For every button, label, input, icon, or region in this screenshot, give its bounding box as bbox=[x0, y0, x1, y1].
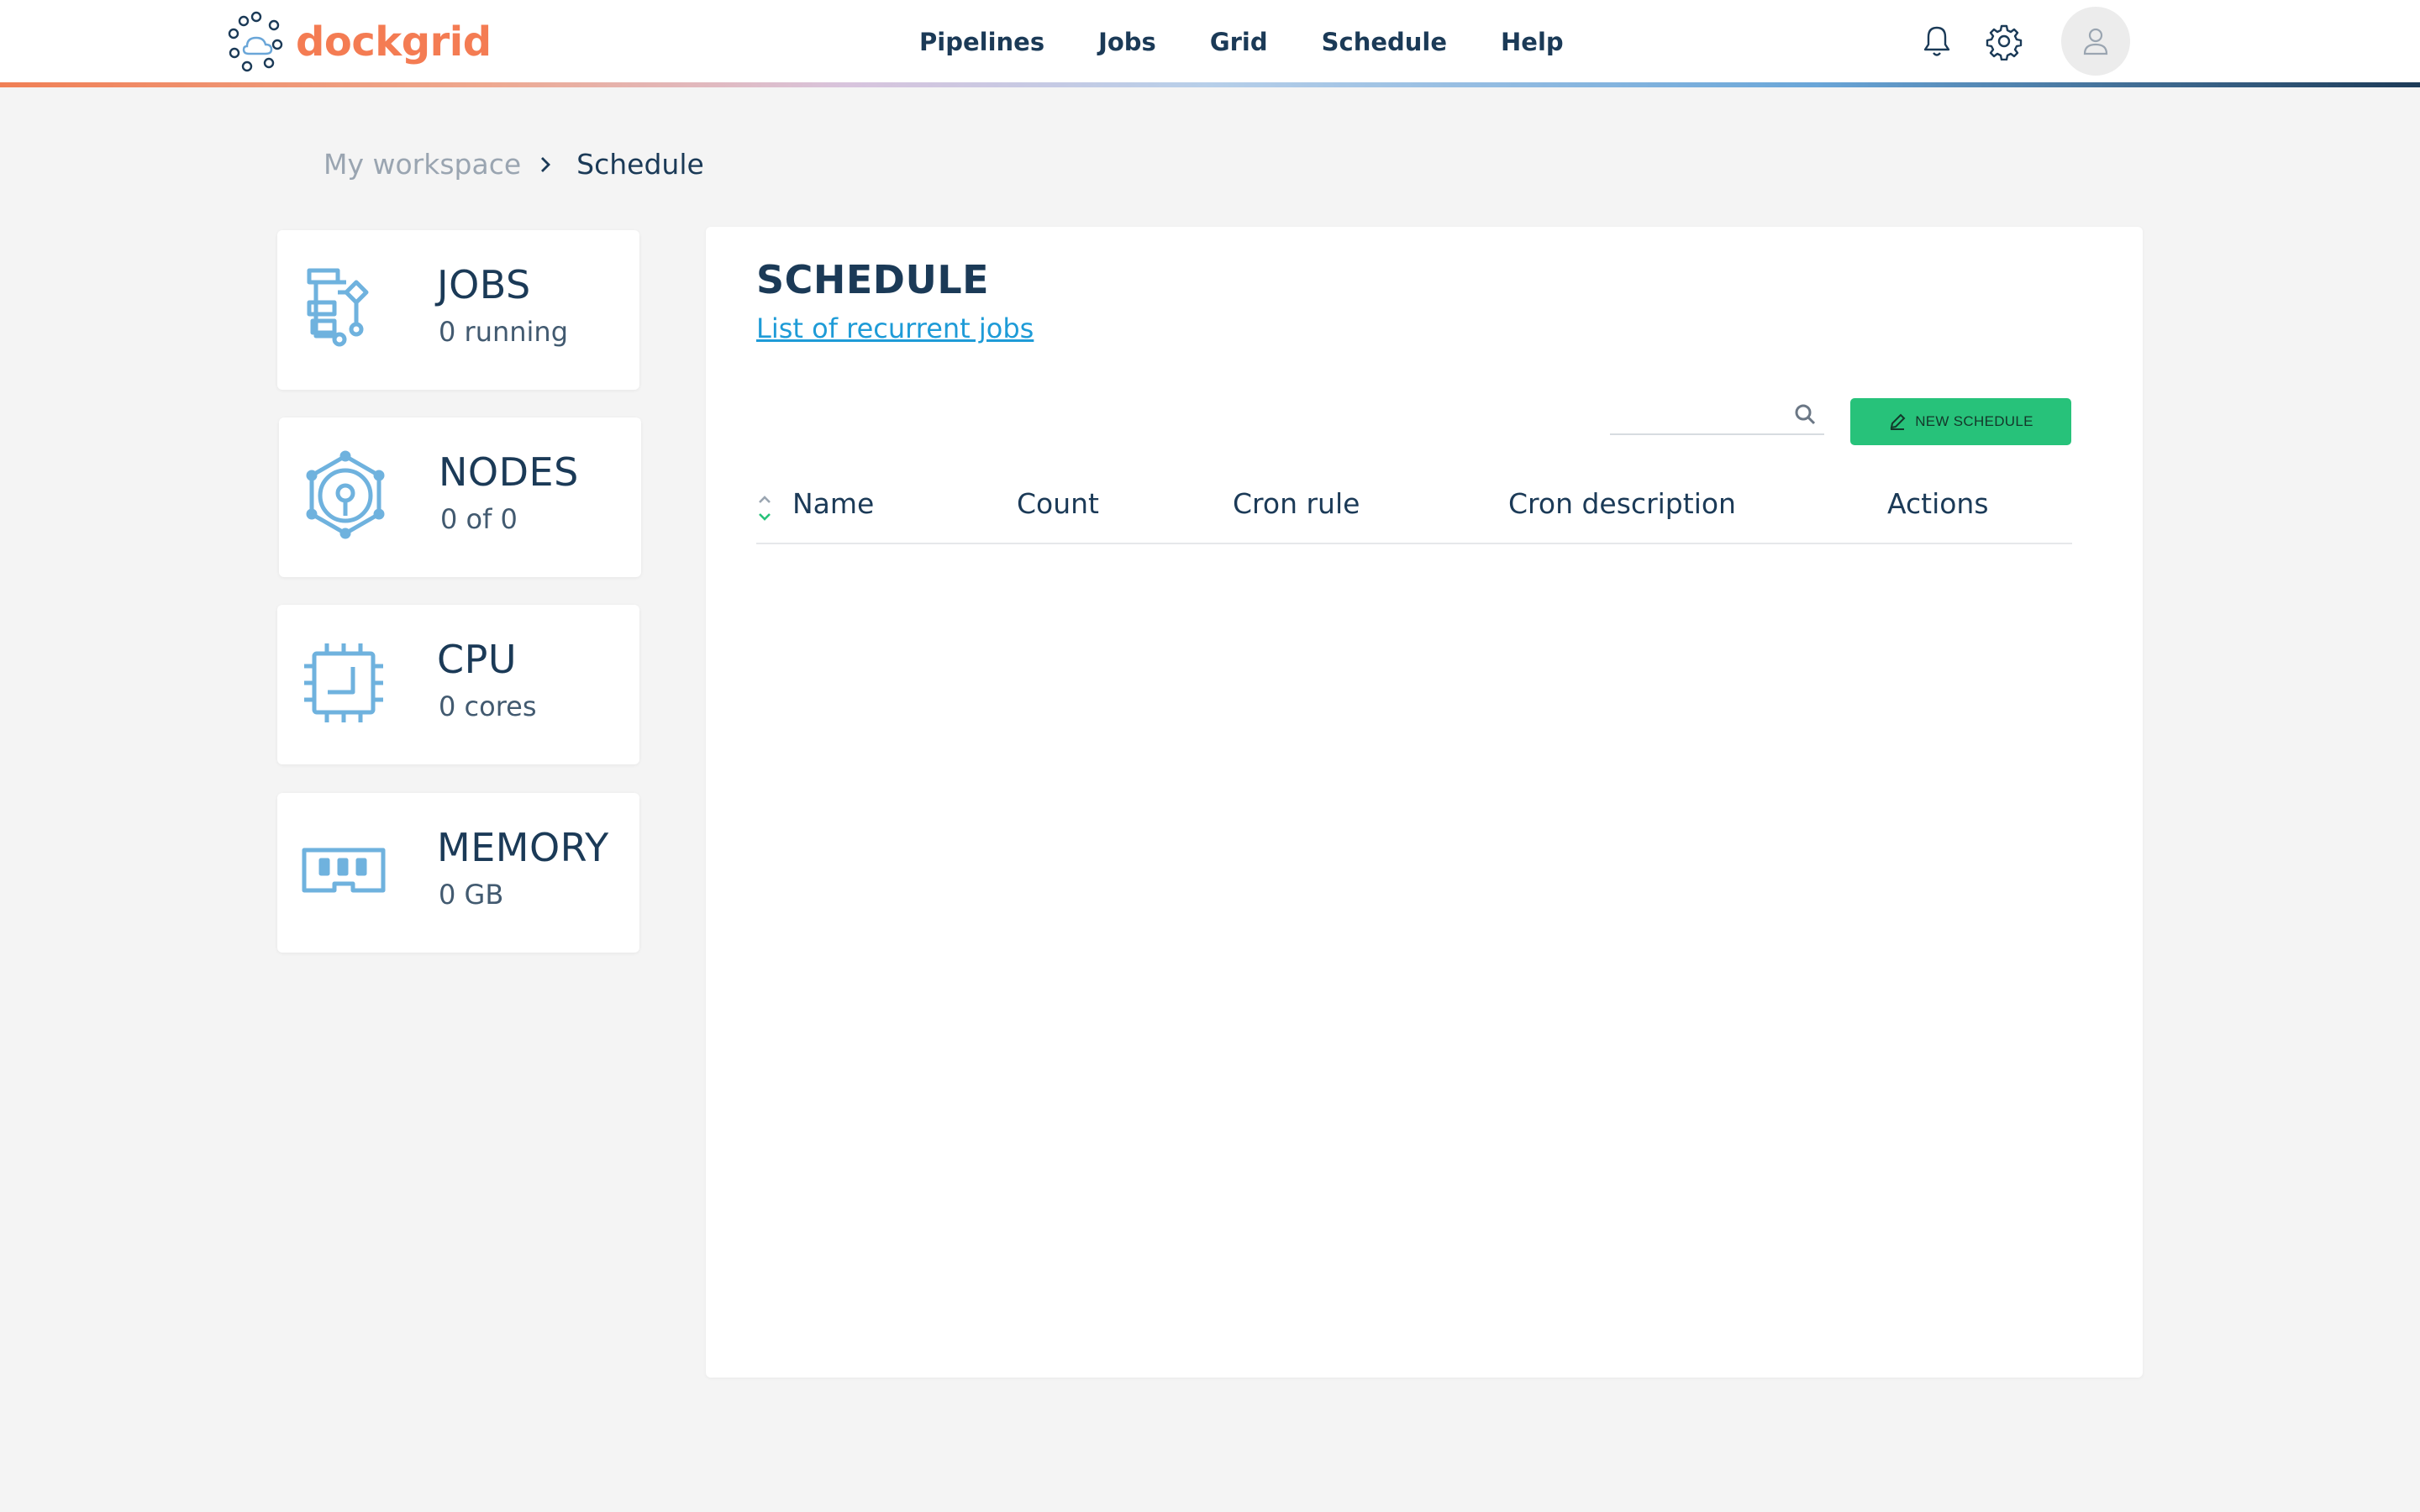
breadcrumb-workspace[interactable]: My workspace bbox=[324, 148, 521, 181]
pencil-icon bbox=[1890, 413, 1906, 430]
nodes-card[interactable]: NODES 0 of 0 bbox=[279, 417, 641, 577]
settings-button[interactable] bbox=[1985, 22, 2023, 61]
app-logo[interactable]: dockgrid bbox=[227, 10, 492, 74]
card-title: NODES bbox=[439, 449, 579, 495]
user-avatar[interactable] bbox=[2061, 7, 2130, 76]
table-header: Name Count Cron rule Cron description Ac… bbox=[756, 487, 2072, 521]
card-value: 0 of 0 bbox=[440, 503, 518, 535]
breadcrumb-current: Schedule bbox=[576, 148, 704, 181]
column-header-actions: Actions bbox=[1887, 487, 1989, 520]
column-header-name[interactable]: Name bbox=[792, 487, 874, 520]
nav-item-help[interactable]: Help bbox=[1501, 24, 1564, 60]
column-header-count[interactable]: Count bbox=[1017, 487, 1099, 520]
card-value: 0 GB bbox=[439, 879, 504, 911]
nodes-gear-icon bbox=[299, 449, 392, 542]
card-title: CPU bbox=[437, 637, 518, 682]
memory-card[interactable]: MEMORY 0 GB bbox=[277, 793, 639, 953]
app-name: dockgrid bbox=[296, 18, 492, 66]
chevron-right-icon bbox=[541, 156, 551, 172]
nav-item-pipelines[interactable]: Pipelines bbox=[919, 24, 1044, 60]
column-header-cron-description[interactable]: Cron description bbox=[1508, 487, 1736, 520]
header-gradient-divider bbox=[0, 82, 2420, 87]
jobs-card[interactable]: JOBS 0 running bbox=[277, 230, 639, 390]
card-title: MEMORY bbox=[437, 825, 609, 870]
recurrent-jobs-link[interactable]: List of recurrent jobs bbox=[756, 312, 1034, 344]
new-schedule-label: NEW SCHEDULE bbox=[1915, 413, 2033, 429]
search-icon[interactable] bbox=[1792, 402, 1818, 427]
bell-icon bbox=[1923, 26, 1950, 56]
card-value: 0 running bbox=[439, 316, 569, 348]
jobs-flow-icon bbox=[297, 262, 390, 354]
main-nav: Pipelines Jobs Grid Schedule Help bbox=[919, 24, 1618, 60]
breadcrumb: My workspace Schedule bbox=[324, 148, 704, 181]
card-title: JOBS bbox=[437, 262, 531, 307]
search-box bbox=[1610, 393, 1824, 435]
memory-module-icon bbox=[297, 825, 390, 917]
notifications-button[interactable] bbox=[1918, 22, 1956, 60]
cpu-chip-icon bbox=[297, 637, 390, 729]
cpu-card[interactable]: CPU 0 cores bbox=[277, 605, 639, 764]
new-schedule-button[interactable]: NEW SCHEDULE bbox=[1850, 398, 2071, 445]
column-header-cron-rule[interactable]: Cron rule bbox=[1233, 487, 1360, 520]
gear-icon bbox=[1986, 24, 2023, 61]
nav-item-grid[interactable]: Grid bbox=[1210, 24, 1268, 60]
search-input[interactable] bbox=[1610, 393, 1778, 432]
card-value: 0 cores bbox=[439, 690, 537, 722]
user-icon bbox=[2083, 28, 2108, 55]
table-header-divider bbox=[756, 543, 2072, 544]
top-navbar: dockgrid Pipelines Jobs Grid Schedule He… bbox=[0, 0, 2420, 82]
dockgrid-logo-icon bbox=[228, 11, 283, 72]
sort-icon[interactable] bbox=[756, 492, 773, 524]
schedule-panel: SCHEDULE List of recurrent jobs NEW SCHE… bbox=[706, 227, 2143, 1378]
nav-item-jobs[interactable]: Jobs bbox=[1098, 24, 1156, 60]
nav-item-schedule[interactable]: Schedule bbox=[1322, 24, 1447, 60]
page-title: SCHEDULE bbox=[756, 257, 990, 302]
